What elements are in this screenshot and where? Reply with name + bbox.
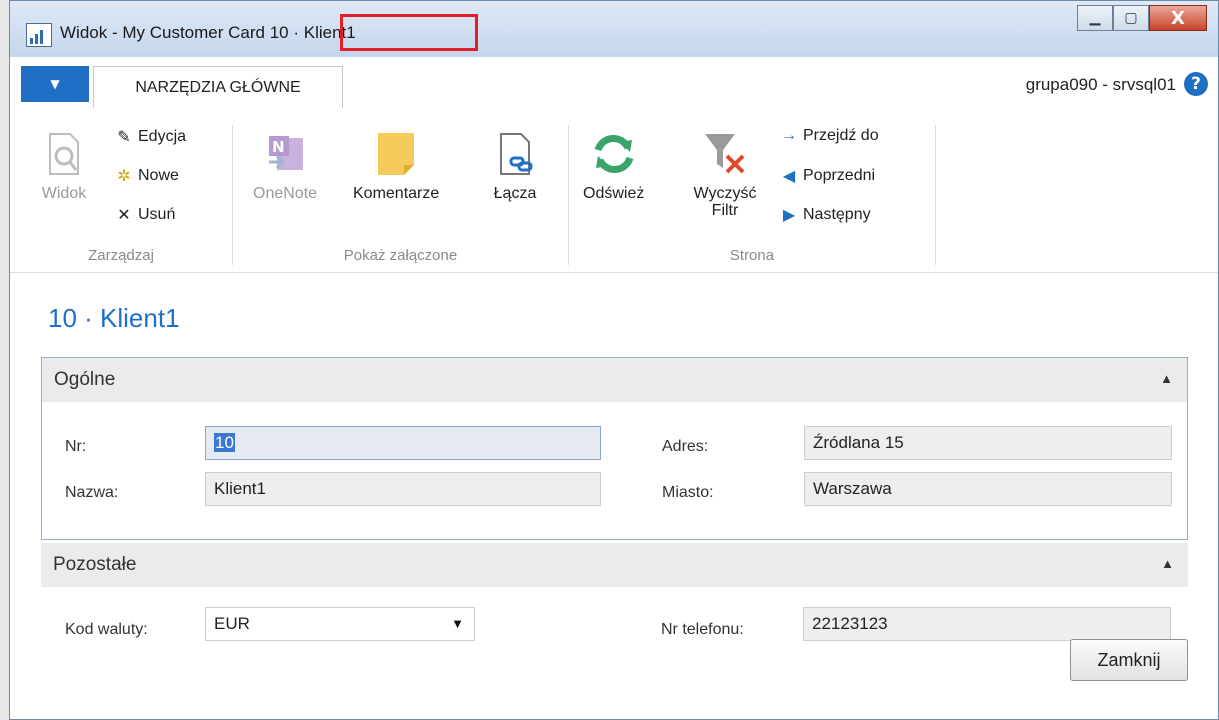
no-label: Nr: — [65, 438, 87, 455]
maximize-button[interactable]: ▢ — [1113, 5, 1149, 31]
server-label: grupa090 - srvsql01 — [1025, 75, 1176, 94]
group-attachments: N OneNote Komentarze Łącza Pokaż załączo… — [233, 109, 568, 272]
page-title: 10 · Klient1 — [48, 303, 180, 333]
phone-field[interactable]: 22123123 — [803, 607, 1171, 641]
new-button[interactable]: ✲ Nowe — [114, 166, 179, 186]
no-value: 10 — [214, 433, 235, 452]
close-button[interactable]: Zamknij — [1070, 639, 1188, 681]
no-field[interactable]: 10 — [205, 426, 601, 460]
group-manage: Widok ✎ Edycja ✲ Nowe ✕ Usuń Zarządzaj — [10, 109, 232, 272]
fasttab-general: Ogólne ▲ Nr: 10 Nazwa: Klient1 Adres: Źr… — [41, 357, 1188, 540]
clear-filter-button[interactable]: Wyczyść Filtr — [683, 129, 767, 219]
onenote-label: OneNote — [253, 185, 318, 202]
comments-button[interactable]: Komentarze — [353, 129, 439, 202]
fasttab-general-header[interactable]: Ogólne ▲ — [42, 358, 1187, 402]
onenote-icon: N — [261, 129, 309, 179]
refresh-button[interactable]: Odśwież — [583, 129, 644, 202]
phone-label: Nr telefonu: — [661, 621, 744, 638]
window-title: Widok - My Customer Card 10 · Klient1 — [60, 23, 356, 43]
edit-button[interactable]: ✎ Edycja — [114, 127, 186, 147]
help-icon[interactable]: ? — [1184, 72, 1208, 96]
tab-home[interactable]: NARZĘDZIA GŁÓWNE — [93, 66, 343, 108]
minimize-button[interactable]: ▁ — [1077, 5, 1113, 31]
group-label-attachments: Pokaż załączone — [343, 247, 458, 264]
edit-label: Edycja — [138, 128, 187, 145]
new-label: Nowe — [138, 167, 179, 184]
chevron-up-icon[interactable]: ▲ — [1160, 371, 1173, 386]
fasttab-other-title: Pozostałe — [53, 554, 137, 575]
goto-label: Przejdź do — [803, 127, 879, 144]
next-label: Następny — [803, 206, 871, 223]
file-menu-tab[interactable]: ▼ — [21, 66, 89, 102]
close-window-button[interactable]: X — [1149, 5, 1207, 31]
city-label: Miasto: — [662, 484, 714, 501]
link-icon — [491, 129, 539, 179]
title-bar: Widok - My Customer Card 10 · Klient1 ▁ … — [10, 1, 1218, 57]
group-separator — [935, 125, 936, 265]
view-button[interactable]: Widok — [40, 129, 88, 202]
arrow-right-icon: → — [781, 127, 797, 144]
note-icon — [372, 129, 420, 179]
svg-text:N: N — [272, 138, 285, 156]
previous-button[interactable]: ◀ Poprzedni — [779, 166, 875, 186]
app-icon — [26, 23, 52, 47]
name-label: Nazwa: — [65, 484, 119, 501]
refresh-label: Odśwież — [583, 185, 645, 202]
customer-card-window: Widok - My Customer Card 10 · Klient1 ▁ … — [9, 0, 1219, 720]
pencil-icon: ✎ — [117, 129, 131, 146]
window-title-prefix: Widok - My Customer Card — [60, 23, 265, 42]
currency-label: Kod waluty: — [65, 621, 148, 638]
group-label-manage: Zarządzaj — [88, 247, 154, 264]
chevron-up-icon[interactable]: ▲ — [1161, 556, 1174, 571]
links-button[interactable]: Łącza — [491, 129, 539, 202]
triangle-right-icon: ▶ — [782, 207, 796, 224]
clear-filter-icon — [701, 129, 749, 179]
currency-value: EUR — [214, 614, 250, 633]
new-document-icon: ✲ — [117, 168, 131, 185]
window-controls: ▁ ▢ X — [1077, 5, 1207, 33]
currency-select[interactable]: EUR ▼ — [205, 607, 475, 641]
ribbon: Widok ✎ Edycja ✲ Nowe ✕ Usuń Zarządzaj N… — [10, 109, 1218, 273]
refresh-icon — [590, 129, 638, 179]
ribbon-tabs: ▼ NARZĘDZIA GŁÓWNE grupa090 - srvsql01 ? — [10, 57, 1218, 110]
view-label: Widok — [41, 185, 87, 202]
links-label: Łącza — [493, 185, 537, 202]
address-field[interactable]: Źródlana 15 — [804, 426, 1172, 460]
group-page: Odśwież Wyczyść Filtr → Przejdź do ◀ Pop… — [569, 109, 935, 272]
comments-label: Komentarze — [353, 185, 440, 202]
fasttab-general-title: Ogólne — [54, 369, 116, 390]
clear-filter-label: Wyczyść Filtr — [693, 185, 757, 219]
address-label: Adres: — [662, 438, 709, 455]
group-label-page: Strona — [729, 247, 775, 264]
previous-label: Poprzedni — [803, 167, 876, 184]
name-field[interactable]: Klient1 — [205, 472, 601, 506]
dropdown-arrow-icon[interactable]: ▼ — [451, 616, 464, 631]
onenote-button[interactable]: N OneNote — [253, 129, 317, 202]
delete-icon: ✕ — [117, 207, 131, 224]
goto-button[interactable]: → Przejdź do — [779, 127, 879, 145]
city-field[interactable]: Warszawa — [804, 472, 1172, 506]
next-button[interactable]: ▶ Następny — [779, 205, 871, 225]
delete-button[interactable]: ✕ Usuń — [114, 205, 175, 225]
triangle-left-icon: ◀ — [782, 168, 796, 185]
delete-label: Usuń — [138, 206, 176, 223]
fasttab-other-header[interactable]: Pozostałe ▲ — [41, 543, 1188, 587]
view-icon — [40, 129, 88, 179]
title-highlight-box — [340, 14, 478, 51]
